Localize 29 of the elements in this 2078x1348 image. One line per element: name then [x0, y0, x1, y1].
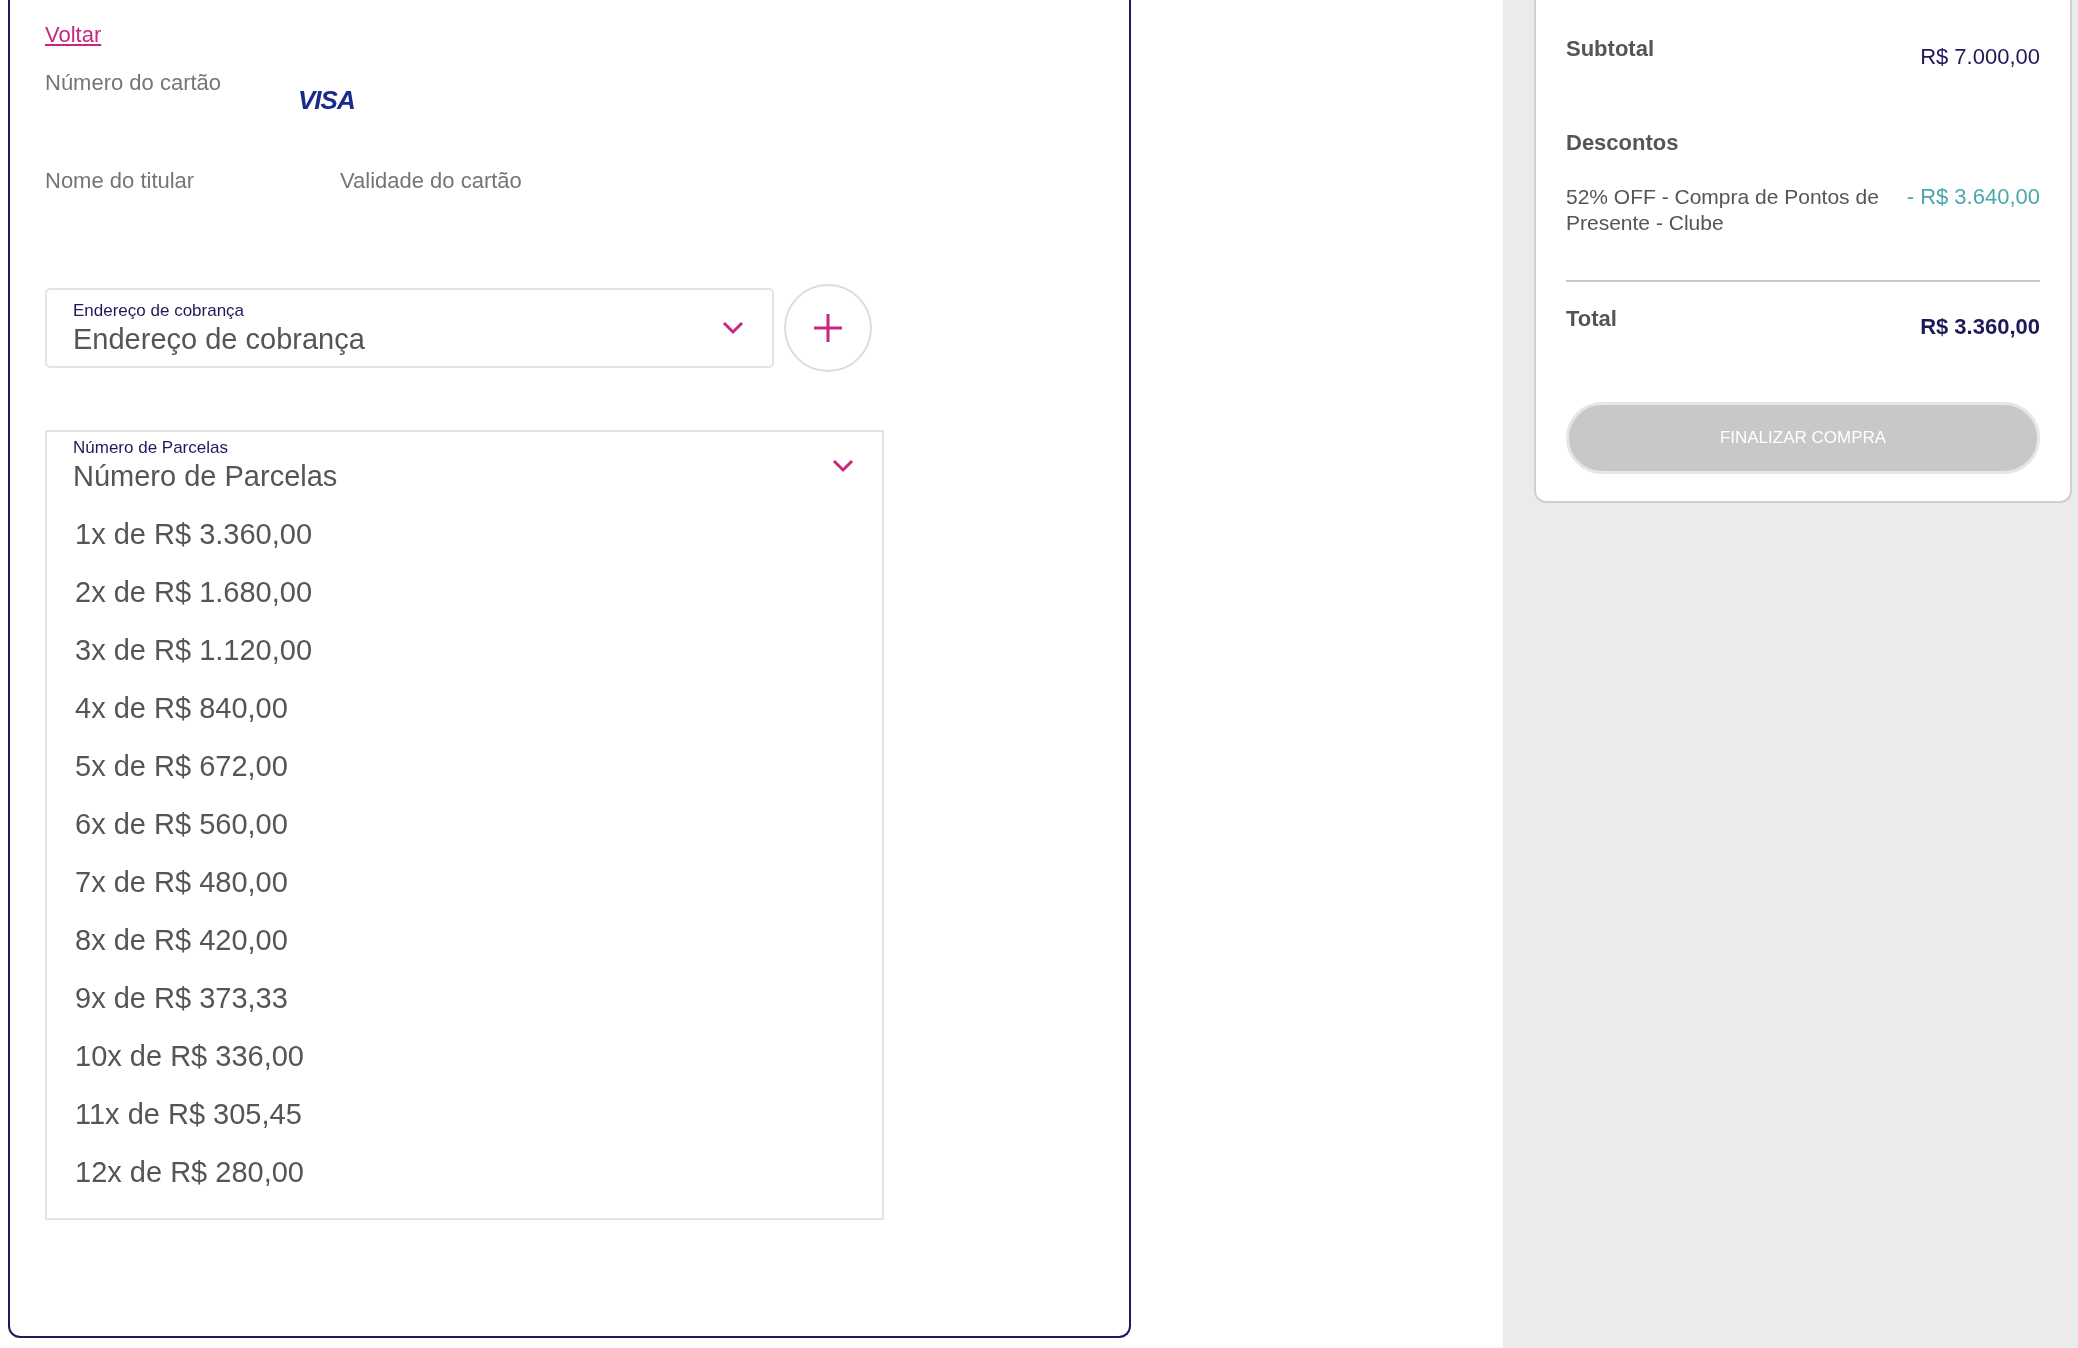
total-value: R$ 3.360,00: [1920, 314, 2040, 340]
discounts-title: Descontos: [1566, 130, 1680, 156]
holder-name-label: Nome do titular: [45, 168, 196, 194]
installment-option[interactable]: 3x de R$ 1.120,00: [47, 621, 882, 679]
card-number-label: Número do cartão: [45, 70, 223, 96]
discount-description: 52% OFF - Compra de Pontos de Presente - Clube: [1566, 184, 1880, 236]
installment-option[interactable]: 11x de R$ 305,45: [47, 1085, 882, 1143]
installment-option[interactable]: 1x de R$ 3.360,00: [47, 505, 882, 563]
installment-option[interactable]: 9x de R$ 373,33: [47, 969, 882, 1027]
subtotal-value: R$ 7.000,00: [1920, 44, 2040, 70]
discount-amount: - R$ 3.640,00: [1906, 184, 2040, 210]
installment-option[interactable]: 2x de R$ 1.680,00: [47, 563, 882, 621]
installment-option[interactable]: 7x de R$ 480,00: [47, 853, 882, 911]
installments-select[interactable]: Número de Parcelas Número de Parcelas 1x de R$ 3.360,00 2x de R$ 1.680,00 3x de R$ 1.120,00 4x de R$ 840,00 5x de R$ 672,00 6x de R$ 560,00 7x de R$ 480,00 8x de R$ 420,00 9x de R$ 373,33 10x de R$ 336,00 11x de R$ 305,45 12x de R$ 280,00: [45, 430, 884, 1220]
subtotal-label: Subtotal: [1566, 36, 1654, 62]
installment-option[interactable]: 6x de R$ 560,00: [47, 795, 882, 853]
installment-option[interactable]: 8x de R$ 420,00: [47, 911, 882, 969]
back-link[interactable]: Voltar: [45, 22, 102, 48]
chevron-down-icon: [722, 321, 744, 335]
billing-address-select[interactable]: Endereço de cobrança Endereço de cobrança: [45, 288, 774, 368]
chevron-down-icon: [832, 458, 854, 473]
card-brand-logo: VISA: [298, 85, 355, 116]
installment-option[interactable]: 4x de R$ 840,00: [47, 679, 882, 737]
installment-option[interactable]: 12x de R$ 280,00: [47, 1143, 882, 1201]
plus-icon: [813, 313, 843, 343]
installment-option[interactable]: 10x de R$ 336,00: [47, 1027, 882, 1085]
total-label: Total: [1566, 306, 1617, 332]
installment-option[interactable]: 5x de R$ 672,00: [47, 737, 882, 795]
expiry-label: Validade do cartão: [340, 168, 522, 194]
